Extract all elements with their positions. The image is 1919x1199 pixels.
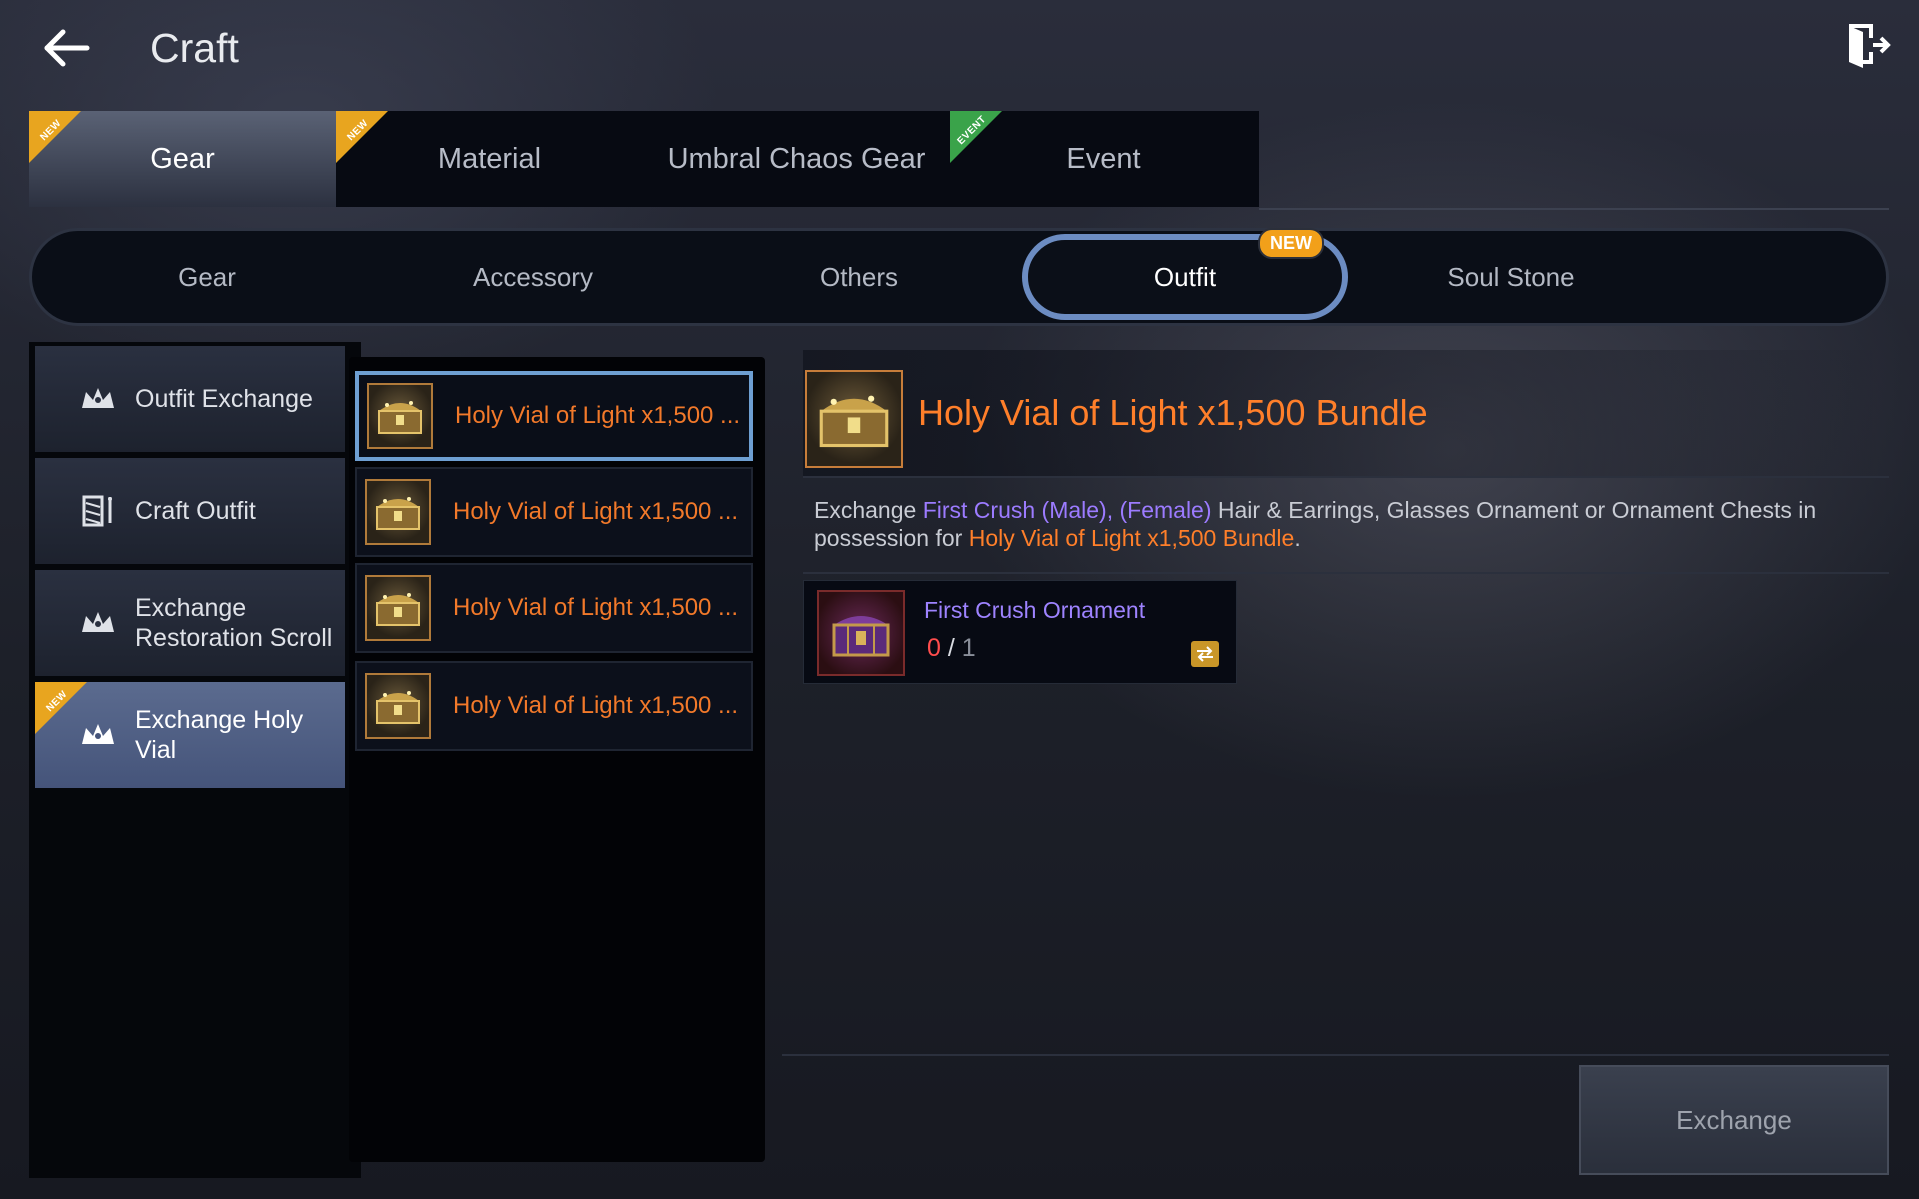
- desc-highlight: Holy Vial of Light x1,500 Bundle: [968, 525, 1295, 551]
- item-list-panel: Holy Vial of Light x1,500 ... Holy Vial …: [349, 357, 765, 1162]
- category-label: Outfit Exchange: [135, 385, 313, 413]
- subtab-label: Gear: [178, 261, 236, 292]
- owned-count: 0: [927, 634, 941, 662]
- item-name: Holy Vial of Light x1,500 ...: [453, 692, 739, 719]
- detail-description: Exchange First Crush (Male), (Female) Ha…: [814, 496, 1874, 552]
- treasure-chest-icon: [365, 673, 431, 739]
- page-title: Craft: [150, 25, 239, 71]
- new-ribbon: NEW: [336, 111, 388, 163]
- tab-label: Gear: [150, 142, 215, 175]
- sub-tab-bar: Gear Accessory Others Outfit NEW Soul St…: [29, 228, 1889, 326]
- detail-title: Holy Vial of Light x1,500 Bundle: [918, 392, 1428, 433]
- event-ribbon: EVENT: [950, 111, 1002, 163]
- category-label: Exchange Holy Vial: [135, 706, 304, 764]
- treasure-chest-icon: [365, 479, 431, 545]
- exit-button[interactable]: [1840, 18, 1896, 74]
- subtab-gear[interactable]: Gear: [44, 234, 370, 320]
- tab-label: Material: [437, 142, 542, 175]
- treasure-chest-icon: [805, 370, 903, 468]
- subtab-label: Soul Stone: [1447, 261, 1575, 292]
- ornament-chest-icon: [817, 590, 905, 676]
- back-button[interactable]: [30, 22, 102, 74]
- material-name: First Crush Ornament: [924, 597, 1146, 623]
- treasure-chest-icon: [367, 383, 433, 449]
- crown-icon: [77, 378, 119, 420]
- subtab-others[interactable]: Others: [696, 234, 1022, 320]
- top-tab-bar: NEW Gear NEW Material Umbral Chaos Gear …: [29, 111, 1259, 207]
- exit-door-icon: [1849, 24, 1891, 68]
- subtab-label: Others: [819, 261, 899, 292]
- item-name: Holy Vial of Light x1,500 ...: [453, 498, 739, 525]
- tab-gear[interactable]: NEW Gear: [29, 111, 336, 207]
- required-count: 1: [961, 634, 976, 662]
- exchange-button[interactable]: Exchange: [1579, 1065, 1889, 1175]
- category-panel: Outfit Exchange Craft Outfit Exchange Re…: [29, 342, 361, 1178]
- swap-arrows-icon: [1197, 646, 1213, 662]
- tab-umbral-chaos-gear[interactable]: Umbral Chaos Gear: [643, 111, 950, 207]
- treasure-chest-icon: [365, 575, 431, 641]
- list-item[interactable]: Holy Vial of Light x1,500 ...: [355, 371, 753, 461]
- subtab-label: Outfit: [1153, 261, 1217, 292]
- list-item[interactable]: Holy Vial of Light x1,500 ...: [355, 563, 753, 653]
- category-craft-outfit[interactable]: Craft Outfit: [35, 458, 345, 564]
- subtab-label: Accessory: [473, 261, 593, 292]
- new-ribbon: NEW: [29, 111, 81, 163]
- desc-highlight: First Crush (Male), (Female): [922, 497, 1212, 523]
- divider: [782, 1054, 1889, 1056]
- list-item[interactable]: Holy Vial of Light x1,500 ...: [355, 467, 753, 557]
- new-badge: NEW: [1258, 228, 1324, 259]
- new-ribbon: NEW: [35, 682, 87, 734]
- tab-event[interactable]: EVENT Event: [950, 111, 1257, 207]
- sewing-icon: [77, 490, 119, 532]
- category-label: Exchange Restoration Scroll: [135, 594, 333, 652]
- count-separator: /: [940, 634, 962, 662]
- category-outfit-exchange[interactable]: Outfit Exchange: [35, 346, 345, 452]
- item-name: Holy Vial of Light x1,500 ...: [455, 402, 741, 429]
- divider: [1259, 208, 1889, 210]
- crown-icon: [77, 602, 119, 644]
- tab-material[interactable]: NEW Material: [336, 111, 643, 207]
- desc-text: Exchange: [814, 497, 923, 523]
- divider: [803, 572, 1889, 574]
- subtab-outfit[interactable]: Outfit NEW: [1022, 228, 1348, 320]
- back-arrow-icon: [44, 29, 90, 67]
- subtab-soul-stone[interactable]: Soul Stone: [1348, 234, 1674, 320]
- category-exchange-restoration-scroll[interactable]: Exchange Restoration Scroll: [35, 570, 345, 676]
- desc-text: .: [1294, 525, 1301, 551]
- list-item[interactable]: Holy Vial of Light x1,500 ...: [355, 661, 753, 751]
- category-exchange-holy-vial[interactable]: NEW Exchange Holy Vial: [35, 682, 345, 788]
- item-name: Holy Vial of Light x1,500 ...: [453, 594, 739, 621]
- material-count: 0 / 1: [927, 634, 976, 663]
- tab-label: Umbral Chaos Gear: [667, 142, 926, 175]
- tab-label: Event: [1066, 142, 1141, 175]
- swap-button[interactable]: [1191, 641, 1219, 667]
- category-label: Craft Outfit: [135, 497, 256, 525]
- subtab-accessory[interactable]: Accessory: [370, 234, 696, 320]
